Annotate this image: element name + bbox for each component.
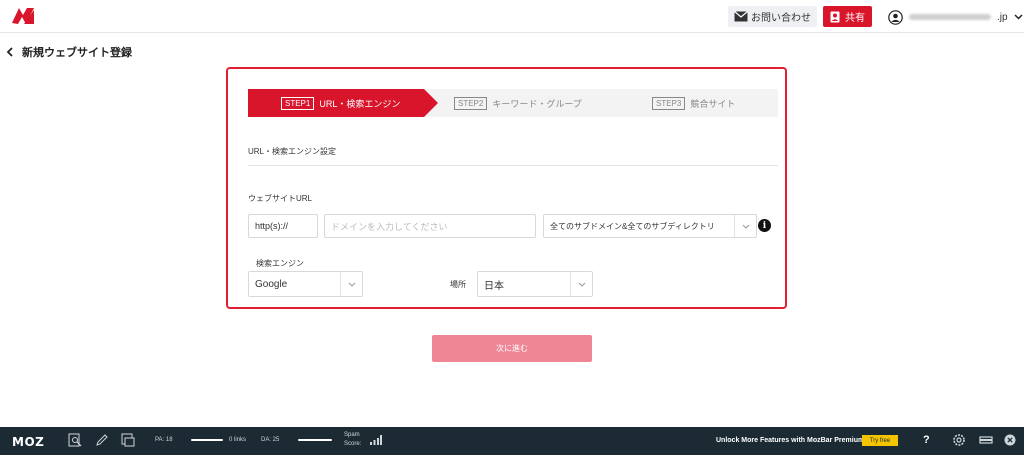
page-title: 新規ウェブサイト登録	[22, 47, 132, 59]
brand-logo[interactable]	[10, 5, 36, 27]
search-engine-select[interactable]: Google	[248, 271, 363, 297]
page-analysis-icon[interactable]	[68, 433, 82, 447]
top-bar: お問い合わせ 共有 .jp	[0, 0, 1024, 33]
avatar-icon	[888, 9, 903, 25]
chevron-down-icon	[1014, 14, 1023, 20]
try-free-button[interactable]: Try free	[862, 435, 898, 446]
share-button[interactable]: 共有	[823, 6, 872, 27]
registration-panel: STEP1 URL・検索エンジン STEP2 キーワード・グループ STEP3 …	[226, 67, 787, 309]
step-3-label: 競合サイト	[690, 98, 736, 109]
highlighter-icon[interactable]	[121, 433, 135, 447]
scope-value: 全てのサブドメイン&全てのサブディレクトリ	[550, 221, 715, 231]
help-button[interactable]: ?	[923, 434, 930, 446]
location-select[interactable]: 日本	[477, 271, 593, 297]
moz-logo[interactable]: MOZ	[12, 435, 44, 449]
next-button[interactable]: 次に進む	[432, 335, 592, 362]
step-2-tag: STEP2	[454, 96, 488, 110]
protocol-field[interactable]: http(s)://	[248, 214, 318, 238]
minimize-bar-icon[interactable]	[979, 435, 993, 445]
step-2-label: キーワード・グループ	[492, 98, 582, 109]
website-url-label: ウェブサイトURL	[248, 194, 313, 203]
share-label: 共有	[845, 13, 865, 24]
back-arrow-icon[interactable]	[6, 47, 14, 57]
links-label: 0 links	[229, 437, 247, 443]
section-title: URL・検索エンジン設定	[248, 147, 337, 156]
premium-text: Unlock More Features with MozBar Premium	[716, 437, 865, 444]
gear-icon[interactable]	[952, 433, 966, 447]
step-1: STEP1 URL・検索エンジン	[248, 89, 438, 117]
signal-bars-icon	[370, 435, 382, 445]
pa-label: PA: 18	[155, 437, 173, 443]
location-label: 場所	[450, 280, 466, 289]
user-menu[interactable]: .jp	[888, 8, 1023, 26]
user-email-blurred	[909, 14, 991, 20]
mail-icon	[734, 11, 748, 22]
scope-select[interactable]: 全てのサブドメイン&全てのサブディレクトリ	[543, 214, 757, 238]
domain-input[interactable]: ドメインを入力してください	[324, 214, 536, 238]
step-3: STEP3 競合サイト	[652, 89, 735, 117]
pa-bar	[191, 439, 223, 441]
step-3-tag: STEP3	[652, 96, 686, 110]
da-label: DA: 25	[261, 437, 280, 443]
share-user-icon	[830, 11, 840, 22]
location-value: 日本	[484, 280, 504, 292]
section-divider	[248, 165, 778, 166]
user-email-suffix: .jp	[997, 11, 1008, 23]
step-progress: STEP1 URL・検索エンジン STEP2 キーワード・グループ STEP3 …	[248, 89, 778, 117]
breadcrumb: 新規ウェブサイト登録	[6, 44, 132, 60]
close-icon[interactable]	[1004, 434, 1016, 446]
contact-button[interactable]: お問い合わせ	[728, 6, 817, 27]
spam-label-line2: Score:	[344, 441, 362, 447]
domain-placeholder: ドメインを入力してください	[331, 221, 448, 232]
da-bar	[298, 439, 332, 441]
step-1-tag: STEP1	[281, 96, 315, 110]
step-2: STEP2 キーワード・グループ	[454, 89, 582, 117]
protocol-value: http(s)://	[255, 221, 289, 231]
pencil-icon[interactable]	[95, 433, 109, 447]
info-icon[interactable]: i	[758, 219, 771, 232]
chevron-down-icon	[340, 272, 362, 296]
spam-label-line1: Spam	[344, 432, 360, 438]
step-1-label: URL・検索エンジン	[319, 98, 401, 109]
search-engine-value: Google	[255, 278, 288, 290]
search-engine-label: 検索エンジン	[256, 259, 304, 268]
chevron-down-icon	[734, 215, 756, 237]
mozbar-toolbar: MOZ PA: 18 0 links DA: 25 Spam Score: Un…	[0, 427, 1024, 455]
contact-label: お問い合わせ	[751, 13, 811, 24]
chevron-down-icon	[570, 272, 592, 296]
